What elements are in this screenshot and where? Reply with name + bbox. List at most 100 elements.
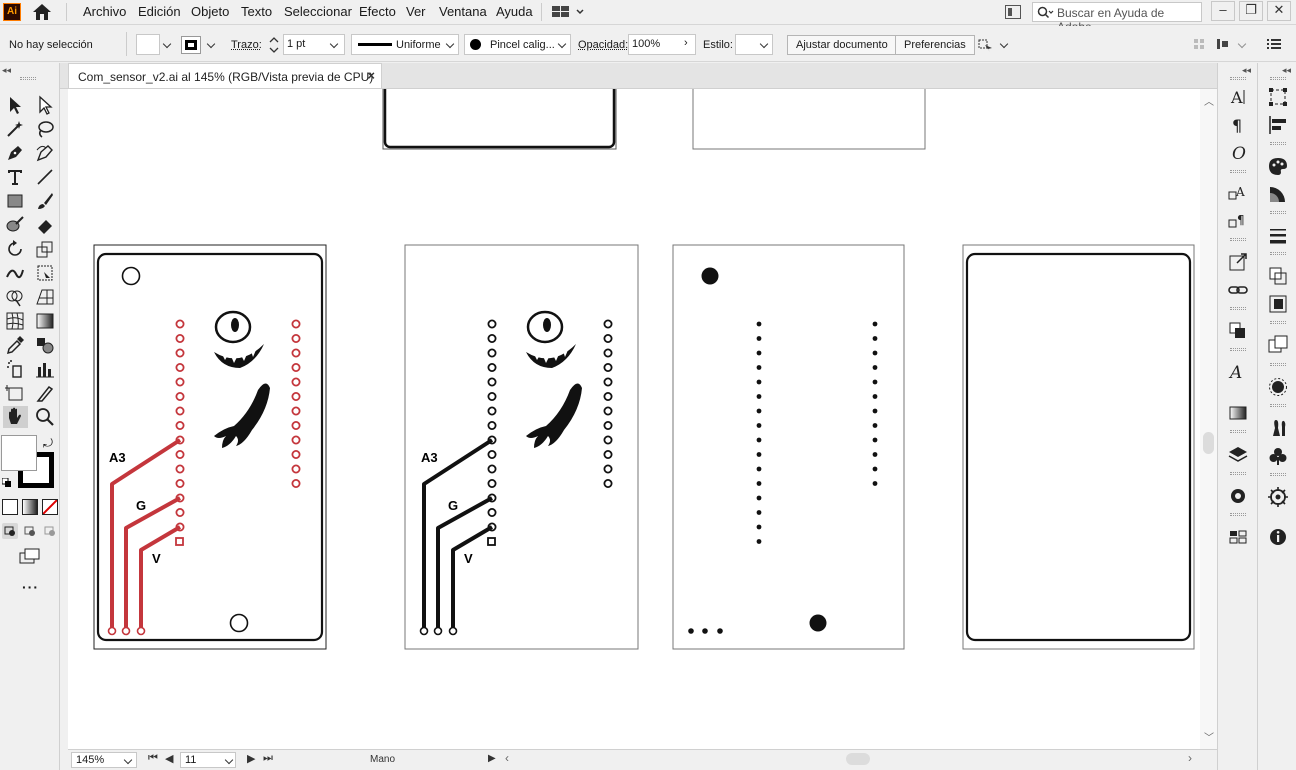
menu-objeto[interactable]: Objeto: [191, 4, 229, 19]
fill-dropdown-icon[interactable]: [163, 40, 171, 48]
panel-grip[interactable]: [1230, 430, 1246, 433]
symbol-sprayer-tool-icon[interactable]: [4, 358, 26, 380]
color-panel-icon[interactable]: [1267, 155, 1289, 177]
panel-grip[interactable]: [1270, 252, 1286, 255]
info-panel-icon[interactable]: [1267, 526, 1289, 548]
panel-grip[interactable]: [1230, 348, 1246, 351]
vertical-scroll-thumb[interactable]: [1203, 432, 1214, 454]
selection-tool-icon[interactable]: [4, 94, 26, 116]
arrange-dropdown-icon[interactable]: [1000, 40, 1008, 48]
prev-artboard-icon[interactable]: ◀: [165, 752, 173, 765]
panel-grip[interactable]: [1270, 77, 1286, 80]
panel-grip[interactable]: [20, 77, 36, 80]
artboard-2[interactable]: A3 G V: [404, 244, 639, 650]
opacity-field[interactable]: 100% ›: [628, 34, 696, 55]
libraries-panel-icon[interactable]: [1227, 485, 1249, 507]
panel-grip[interactable]: [1270, 321, 1286, 324]
paragraph-styles-icon[interactable]: ¶: [1227, 210, 1249, 232]
brush-definition[interactable]: Pincel calig...: [464, 34, 571, 55]
character-panel-icon[interactable]: A: [1227, 86, 1249, 108]
workspace-switcher-icon[interactable]: [551, 4, 591, 20]
menu-ventana[interactable]: Ventana: [439, 4, 487, 19]
help-search-input[interactable]: Buscar en Ayuda de Adobe: [1032, 2, 1202, 34]
appearance-panel-icon[interactable]: [1267, 293, 1289, 315]
stroke-swatch[interactable]: [181, 36, 201, 54]
panel-grip[interactable]: [1270, 473, 1286, 476]
panel-grip[interactable]: [1230, 307, 1246, 310]
horizontal-scroll-thumb[interactable]: [846, 753, 870, 765]
stroke-weight-dropdown-icon[interactable]: [330, 40, 338, 48]
curvature-tool-icon[interactable]: [34, 142, 56, 164]
status-menu-icon[interactable]: ▶: [488, 753, 496, 764]
fill-color-swatch[interactable]: [1, 435, 37, 471]
zoom-tool-icon[interactable]: [34, 406, 56, 428]
next-artboard-icon[interactable]: ▶: [247, 752, 255, 765]
stroke-stepper-icon[interactable]: [267, 34, 281, 56]
stroke-panel-icon[interactable]: [1267, 224, 1289, 246]
distribute-icon[interactable]: [1216, 38, 1230, 50]
scroll-left-icon[interactable]: ‹: [505, 751, 509, 765]
gradient-panel-icon[interactable]: [1227, 402, 1249, 424]
ajustar-documento-button[interactable]: Ajustar documento: [787, 35, 897, 55]
properties-panel-icon[interactable]: [1267, 486, 1289, 508]
fill-swatch[interactable]: [136, 34, 160, 55]
menu-seleccionar[interactable]: Seleccionar: [284, 4, 352, 19]
panel-grip[interactable]: [1230, 77, 1246, 80]
panel-grip[interactable]: [1230, 170, 1246, 173]
rectangle-tool-icon[interactable]: [4, 190, 26, 212]
restore-button[interactable]: ❐: [1239, 1, 1263, 21]
align-panel-icon[interactable]: [1267, 114, 1289, 136]
document-tab[interactable]: Com_sensor_v2.ai al 145% (RGB/Vista prev…: [68, 63, 382, 88]
panel-menu-icon[interactable]: [1267, 38, 1281, 50]
more-tools-icon[interactable]: ···: [22, 579, 39, 595]
lasso-tool-icon[interactable]: [34, 118, 56, 140]
stroke-dropdown-icon[interactable]: [207, 40, 215, 48]
artboard-top-left[interactable]: [382, 89, 617, 150]
opacity-label[interactable]: Opacidad:: [578, 39, 628, 51]
home-icon[interactable]: [30, 2, 54, 22]
menu-texto[interactable]: Texto: [241, 4, 272, 19]
opentype-panel-icon[interactable]: O: [1227, 142, 1249, 164]
arrange-docs-icon[interactable]: [1005, 5, 1021, 19]
slice-tool-icon[interactable]: [34, 382, 56, 404]
links-panel-icon[interactable]: [1227, 279, 1249, 301]
menu-ayuda[interactable]: Ayuda: [496, 4, 533, 19]
profile-dropdown-icon[interactable]: [446, 40, 454, 48]
brush-dropdown-icon[interactable]: [558, 40, 566, 48]
symbols-panel-icon[interactable]: [1267, 445, 1289, 467]
panel-grip[interactable]: [1270, 211, 1286, 214]
shape-builder-tool-icon[interactable]: [4, 286, 26, 308]
color-guide-icon[interactable]: [1267, 183, 1289, 205]
align-icon[interactable]: [1193, 38, 1205, 50]
collapse-arrows-icon[interactable]: ◂◂: [2, 65, 11, 76]
shaper-tool-icon[interactable]: [4, 214, 26, 236]
last-artboard-icon[interactable]: ⏭: [263, 752, 273, 765]
arrange-icon[interactable]: [977, 36, 995, 54]
brushes-panel-icon[interactable]: [1267, 417, 1289, 439]
scroll-right-icon[interactable]: ›: [1188, 751, 1192, 765]
panel-grip[interactable]: [1230, 513, 1246, 516]
eraser-tool-icon[interactable]: [34, 214, 56, 236]
gradient-mode-icon[interactable]: [22, 499, 38, 515]
gradient-tool-icon[interactable]: [34, 310, 56, 332]
draw-behind-icon[interactable]: [22, 523, 38, 539]
artboard-dropdown-icon[interactable]: [225, 756, 233, 764]
width-tool-icon[interactable]: [4, 262, 26, 284]
column-graph-tool-icon[interactable]: [34, 358, 56, 380]
draw-normal-icon[interactable]: [2, 523, 18, 539]
pen-tool-icon[interactable]: [4, 142, 26, 164]
none-mode-icon[interactable]: [42, 499, 58, 515]
style-dropdown-icon[interactable]: [760, 40, 768, 48]
close-tab-icon[interactable]: ×: [367, 68, 375, 83]
scale-tool-icon[interactable]: [34, 238, 56, 260]
draw-inside-icon[interactable]: [42, 523, 58, 539]
menu-ver[interactable]: Ver: [406, 4, 426, 19]
collapse-arrows-icon[interactable]: ◂◂: [1242, 65, 1251, 76]
panel-grip[interactable]: [1230, 472, 1246, 475]
panel-grip[interactable]: [1270, 142, 1286, 145]
default-colors-icon[interactable]: [1, 477, 12, 487]
menu-efecto[interactable]: Efecto: [359, 4, 396, 19]
artboard-tool-icon[interactable]: [4, 382, 26, 404]
mesh-tool-icon[interactable]: [4, 310, 26, 332]
menu-edicion[interactable]: Edición: [138, 4, 181, 19]
